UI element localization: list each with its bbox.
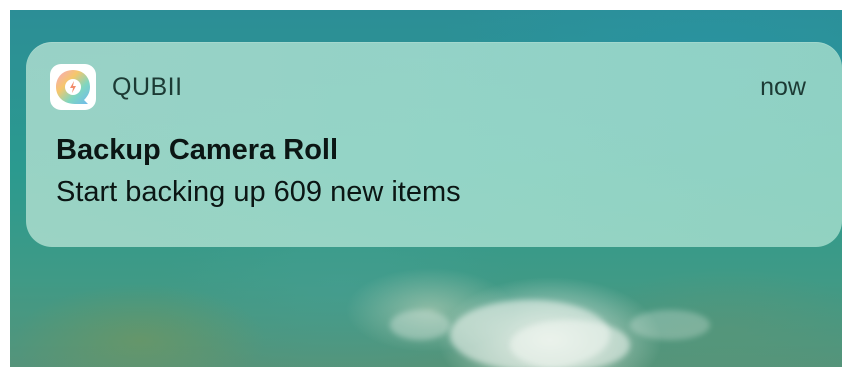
notification-timestamp: now bbox=[760, 73, 806, 101]
qubii-app-icon bbox=[50, 64, 96, 110]
wallpaper-foam bbox=[390, 310, 450, 340]
wallpaper-foam bbox=[630, 310, 710, 340]
notification-title: Backup Camera Roll bbox=[56, 134, 339, 166]
notification-message: Start backing up 609 new items bbox=[56, 176, 461, 208]
wallpaper-foam bbox=[510, 320, 630, 367]
qubii-logo-icon bbox=[56, 70, 90, 104]
notification-banner[interactable]: QUBII now Backup Camera Roll Start backi… bbox=[26, 42, 842, 247]
app-name: QUBII bbox=[112, 73, 183, 101]
